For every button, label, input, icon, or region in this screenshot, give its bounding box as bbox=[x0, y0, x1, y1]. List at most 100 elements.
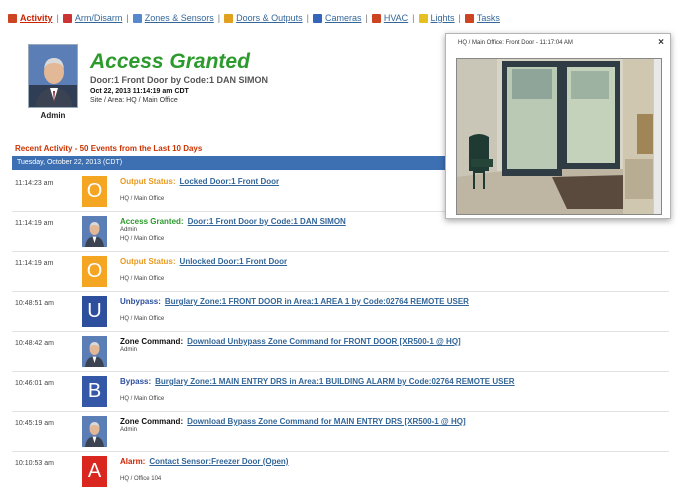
event-type-icon: O bbox=[82, 256, 107, 287]
camera-video-feed[interactable] bbox=[456, 58, 662, 215]
event-description: Alarm: Contact Sensor:Freezer Door (Open) bbox=[120, 457, 288, 466]
nav-item-label: Zones & Sensors bbox=[144, 13, 214, 23]
event-subtitle: Door:1 Front Door by Code:1 DAN SIMON bbox=[90, 75, 268, 85]
event-row: 10:48:42 am Zone Command: Download Unbypas… bbox=[12, 332, 669, 372]
nav-item-label: Doors & Outputs bbox=[236, 13, 303, 23]
event-type-label: Bypass: bbox=[120, 377, 152, 386]
event-detail-link[interactable]: Door:1 Front Door by Code:1 DAN SIMON bbox=[188, 217, 346, 226]
user-label: Admin bbox=[40, 111, 66, 120]
camera-popup-title: HQ / Main Office: Front Door - 11:17:04 … bbox=[458, 40, 573, 46]
doors-icon bbox=[224, 13, 234, 23]
event-type-label: Alarm: bbox=[120, 457, 146, 466]
user-photo-icon bbox=[82, 216, 107, 247]
event-detail-link[interactable]: Unlocked Door:1 Front Door bbox=[180, 257, 288, 266]
event-site: HQ / Main Office bbox=[120, 196, 165, 202]
event-detail-link[interactable]: Contact Sensor:Freezer Door (Open) bbox=[149, 457, 288, 466]
event-detail-link[interactable]: Download Bypass Zone Command for MAIN EN… bbox=[187, 417, 466, 426]
event-description: Output Status: Unlocked Door:1 Front Door bbox=[120, 257, 287, 266]
event-time: 10:48:42 am bbox=[15, 340, 54, 347]
event-site: HQ / Main Office bbox=[120, 316, 165, 322]
event-description: Unbypass: Burglary Zone:1 FRONT DOOR in A… bbox=[120, 297, 469, 306]
nav-item-activity[interactable]: Activity bbox=[8, 13, 53, 23]
event-site: HQ / Office 104 bbox=[120, 476, 162, 482]
event-datetime: Oct 22, 2013 11:14:19 am CDT bbox=[90, 88, 189, 95]
nav-item-label: Lights bbox=[430, 13, 455, 23]
event-title: Access Granted bbox=[90, 50, 250, 73]
event-site: HQ / Main Office bbox=[120, 276, 165, 282]
event-description: Access Granted: Door:1 Front Door by Code… bbox=[120, 217, 346, 226]
event-user: Admin bbox=[120, 347, 138, 353]
event-type-label: Zone Command: bbox=[120, 337, 184, 346]
event-row: 10:45:19 am Zone Command: Download Bypass … bbox=[12, 412, 669, 452]
nav-separator: | bbox=[412, 13, 415, 23]
user-photo-icon bbox=[82, 336, 107, 367]
nav-separator: | bbox=[365, 13, 368, 23]
nav-separator: | bbox=[306, 13, 309, 23]
event-type-icon: U bbox=[82, 296, 107, 327]
event-time: 10:48:51 am bbox=[15, 300, 54, 307]
nav-item-label: Cameras bbox=[324, 13, 362, 23]
camera-scrollbar[interactable] bbox=[653, 59, 661, 214]
nav-item-tasks[interactable]: Tasks bbox=[464, 13, 500, 23]
close-icon[interactable]: × bbox=[658, 37, 664, 48]
event-user: Admin bbox=[120, 427, 138, 433]
zones-icon bbox=[132, 13, 142, 23]
nav-separator: | bbox=[56, 13, 59, 23]
nav-item-label: Activity bbox=[20, 13, 53, 23]
event-row: 10:46:01 am B Bypass: Burglary Zone:1 MAIN … bbox=[12, 372, 669, 412]
event-description: Zone Command: Download Bypass Zone Comman… bbox=[120, 417, 466, 426]
user-avatar bbox=[28, 44, 78, 108]
lights-icon bbox=[418, 13, 428, 23]
user-photo-icon bbox=[29, 45, 77, 107]
event-detail-link[interactable]: Locked Door:1 Front Door bbox=[180, 177, 280, 186]
recent-activity-heading: Recent Activity - 50 Events from the Las… bbox=[15, 144, 203, 153]
nav-item-hvac[interactable]: HVAC bbox=[371, 13, 409, 23]
event-list: 11:14:23 am O Output Status: Locked Door:1 … bbox=[12, 172, 669, 489]
event-type-label: Access Granted: bbox=[120, 217, 184, 226]
event-type-icon: B bbox=[82, 376, 107, 407]
arm-disarm-icon bbox=[62, 13, 72, 23]
camera-popup[interactable]: HQ / Main Office: Front Door - 11:17:04 … bbox=[445, 33, 671, 219]
camera-scene-icon bbox=[457, 59, 661, 214]
camera-icon bbox=[312, 13, 322, 23]
nav-separator: | bbox=[217, 13, 221, 23]
event-type-icon: A bbox=[82, 456, 107, 487]
event-time: 10:45:19 am bbox=[15, 420, 54, 427]
event-user: Admin bbox=[120, 227, 138, 233]
nav-item-lights[interactable]: Lights bbox=[418, 13, 455, 23]
event-description: Output Status: Locked Door:1 Front Door bbox=[120, 177, 279, 186]
event-time: 11:14:23 am bbox=[15, 180, 54, 187]
nav-item-arm-disarm[interactable]: Arm/Disarm bbox=[62, 13, 123, 23]
main-nav: Activity | Arm/Disarm | Zones & Sensors | Door… bbox=[8, 10, 500, 26]
event-site: HQ / Main Office bbox=[120, 236, 165, 242]
event-time: 10:10:53 am bbox=[15, 460, 54, 467]
event-type-label: Zone Command: bbox=[120, 417, 184, 426]
nav-item-zones-sensors[interactable]: Zones & Sensors bbox=[132, 13, 214, 23]
event-type-label: Output Status: bbox=[120, 257, 176, 266]
event-description: Zone Command: Download Unbypass Zone Comm… bbox=[120, 337, 461, 346]
event-detail-link[interactable]: Burglary Zone:1 FRONT DOOR in Area:1 ARE… bbox=[165, 297, 469, 306]
event-time: 11:14:19 am bbox=[15, 260, 54, 267]
event-type-label: Unbypass: bbox=[120, 297, 161, 306]
nav-item-label: Tasks bbox=[476, 13, 500, 23]
event-row: 10:10:53 am A Alarm: Contact Sensor:Freezer… bbox=[12, 452, 669, 489]
event-detail-link[interactable]: Burglary Zone:1 MAIN ENTRY DRS in Area:1… bbox=[155, 377, 514, 386]
event-site: Site / Area: HQ / Main Office bbox=[90, 97, 178, 104]
nav-item-label: HVAC bbox=[383, 13, 409, 23]
event-row: 10:48:51 am U Unbypass: Burglary Zone:1 FRO… bbox=[12, 292, 669, 332]
activity-icon bbox=[8, 13, 17, 23]
hvac-icon bbox=[371, 13, 381, 23]
nav-separator: | bbox=[126, 13, 129, 23]
event-detail-link[interactable]: Download Unbypass Zone Command for FRONT… bbox=[187, 337, 461, 346]
event-row: 11:14:19 am O Output Status: Unlocked Door:… bbox=[12, 252, 669, 292]
nav-item-cameras[interactable]: Cameras bbox=[312, 13, 362, 23]
event-site: HQ / Main Office bbox=[120, 396, 165, 402]
nav-item-doors-outputs[interactable]: Doors & Outputs bbox=[224, 13, 303, 23]
user-photo-icon bbox=[82, 416, 107, 447]
tasks-icon bbox=[464, 13, 474, 23]
event-description: Bypass: Burglary Zone:1 MAIN ENTRY DRS in… bbox=[120, 377, 515, 386]
nav-item-label: Arm/Disarm bbox=[74, 13, 123, 23]
event-type-label: Output Status: bbox=[120, 177, 176, 186]
event-time: 10:46:01 am bbox=[15, 380, 54, 387]
nav-separator: | bbox=[458, 13, 461, 23]
